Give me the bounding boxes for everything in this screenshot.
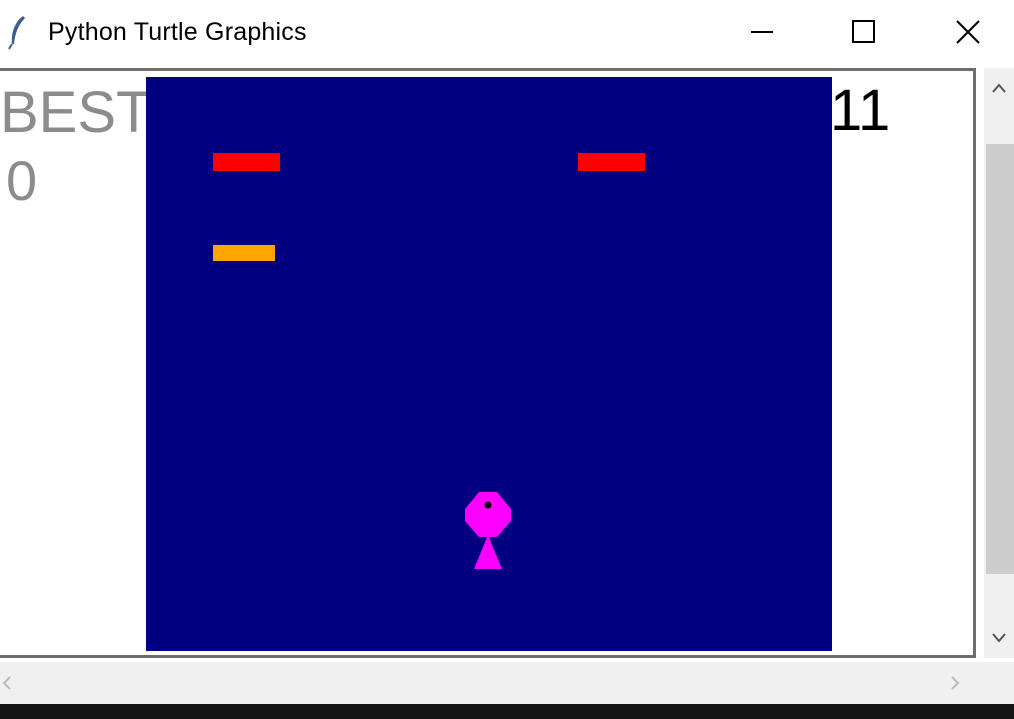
chevron-right-icon: [951, 676, 960, 690]
feather-icon: [6, 14, 28, 50]
minimize-button[interactable]: [712, 0, 812, 64]
scroll-up-button[interactable]: [984, 68, 1014, 108]
best-label: BEST: [0, 80, 152, 145]
current-score-value: 11: [830, 78, 891, 143]
vertical-scroll-thumb[interactable]: [986, 144, 1014, 574]
player-ship: [465, 492, 511, 569]
maximize-button[interactable]: [814, 0, 914, 64]
turtle-canvas[interactable]: BEST 0 11: [0, 68, 976, 658]
minimize-icon: [751, 31, 773, 33]
game-playfield[interactable]: [146, 77, 832, 651]
horizontal-scrollbar[interactable]: [0, 662, 984, 704]
close-button[interactable]: [918, 0, 1014, 64]
chevron-up-icon: [992, 83, 1006, 93]
vertical-scrollbar[interactable]: [984, 68, 1014, 658]
brick-orange: [213, 245, 275, 261]
chevron-left-icon: [2, 676, 11, 690]
taskbar-edge: [0, 704, 1014, 719]
scrollbar-corner: [984, 662, 1014, 704]
brick-red: [578, 153, 645, 171]
brick-red: [213, 153, 280, 171]
scroll-down-button[interactable]: [984, 618, 1014, 658]
best-score-value: 0: [6, 149, 38, 212]
window-title: Python Turtle Graphics: [48, 18, 307, 46]
scroll-right-button[interactable]: [940, 662, 970, 704]
close-icon: [956, 20, 980, 44]
chevron-down-icon: [992, 633, 1006, 643]
scroll-left-button[interactable]: [0, 662, 24, 704]
maximize-icon: [852, 20, 875, 43]
title-bar: Python Turtle Graphics: [0, 0, 1014, 64]
